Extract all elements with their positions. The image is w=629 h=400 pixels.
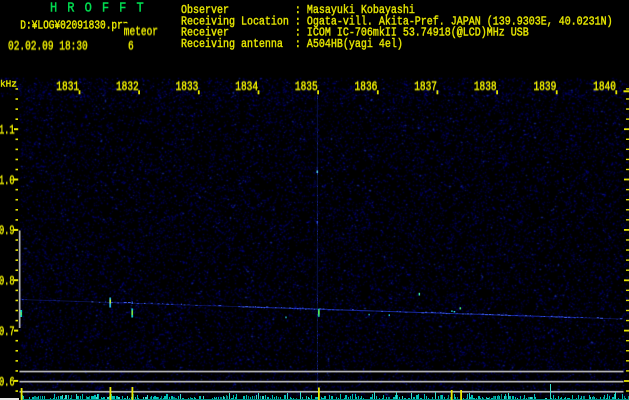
svg-text:1838: 1838 [474, 80, 497, 95]
svg-text:1836: 1836 [355, 80, 378, 95]
svg-text:meteor: meteor [124, 25, 158, 40]
svg-text:0.9: 0.9 [0, 225, 15, 239]
svg-text:1840: 1840 [593, 80, 616, 95]
svg-text:1834: 1834 [235, 80, 258, 95]
svg-text:0.8: 0.8 [0, 275, 15, 289]
svg-text:1831: 1831 [56, 80, 79, 95]
svg-text:1837: 1837 [414, 80, 437, 95]
svg-text:0.6: 0.6 [0, 376, 15, 390]
svg-text:1832: 1832 [116, 80, 139, 95]
svg-text:kHz: kHz [0, 78, 17, 89]
svg-text:1.1: 1.1 [0, 124, 15, 138]
svg-text:D:¥LOG¥02091830.prn: D:¥LOG¥02091830.prn [20, 20, 128, 33]
svg-text:1835: 1835 [295, 80, 318, 95]
svg-text:02.02.09 18:30: 02.02.09 18:30 [8, 39, 88, 54]
svg-text:1839: 1839 [534, 80, 557, 95]
svg-text:6: 6 [128, 39, 134, 54]
svg-text:0.7: 0.7 [0, 326, 15, 340]
svg-text:1.0: 1.0 [0, 175, 15, 189]
svg-text:Receiving antenna : A504HB(ya: Receiving antenna : A504HB(yagi 4el) [181, 38, 403, 51]
svg-text:HROFFT: HROFFT [50, 0, 154, 16]
svg-text:1833: 1833 [176, 80, 199, 95]
